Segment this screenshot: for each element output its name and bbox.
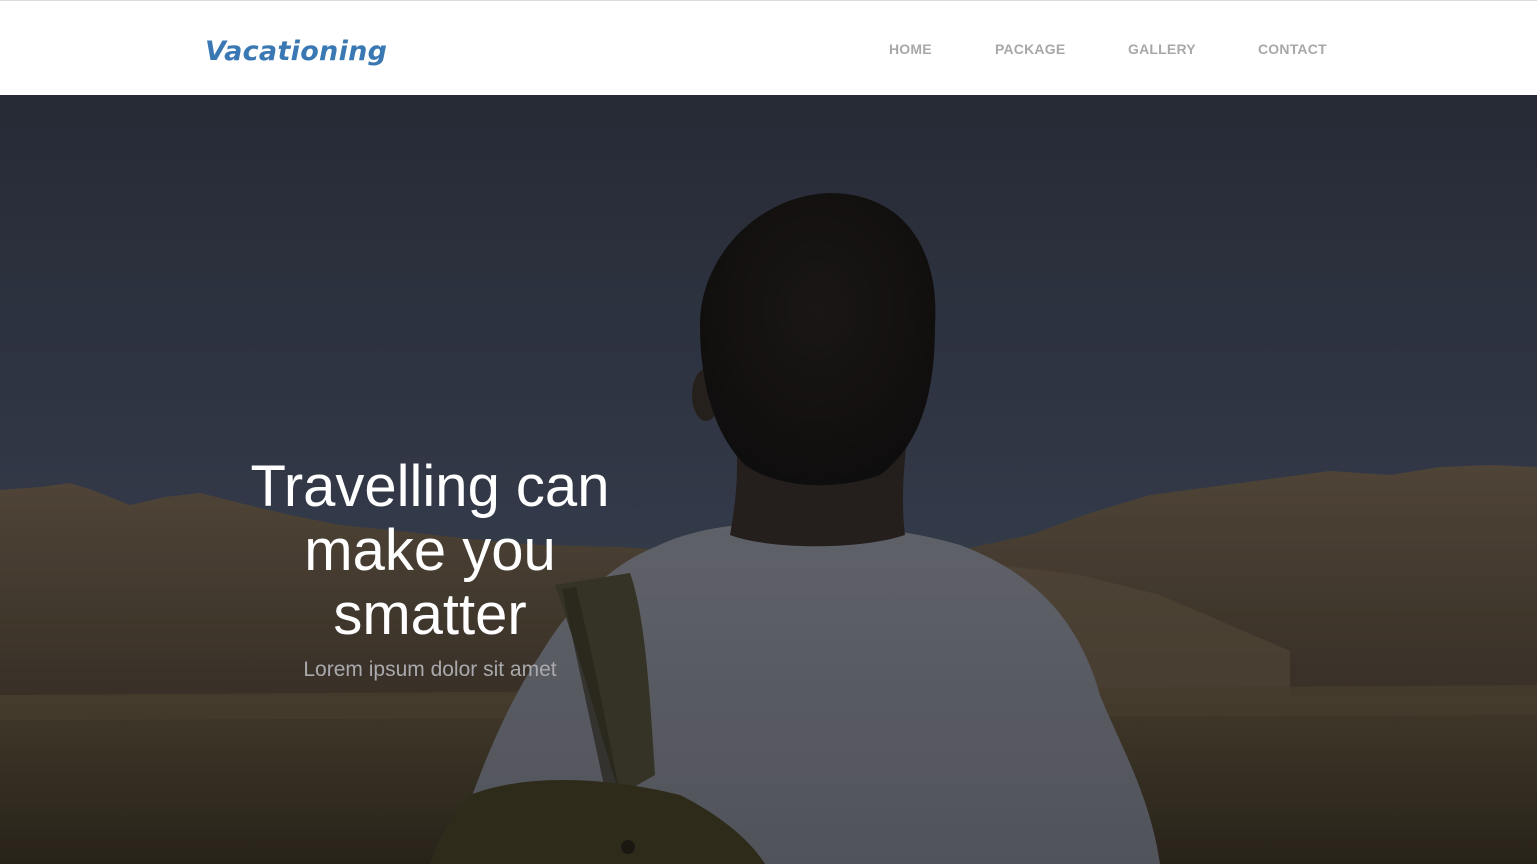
top-navbar: Vacationing HOME PACKAGE GALLERY CONTACT <box>0 0 1537 95</box>
site-logo[interactable]: Vacationing <box>205 34 387 70</box>
nav-link-home[interactable]: HOME <box>889 40 932 58</box>
hero-title-line-2: make you <box>304 518 556 583</box>
hero-section: Travelling can make you smatter Lorem ip… <box>0 95 1537 864</box>
hero-subtitle: Lorem ipsum dolor sit amet <box>303 658 557 681</box>
hero-title: Travelling can make you smatter <box>230 455 630 647</box>
hero-title-line-1: Travelling can <box>250 454 610 519</box>
hero-title-line-3: smatter <box>333 582 527 647</box>
nav-link-contact[interactable]: CONTACT <box>1258 40 1327 58</box>
nav-link-gallery[interactable]: GALLERY <box>1128 40 1196 58</box>
hero-text-block: Travelling can make you smatter Lorem ip… <box>230 455 630 683</box>
nav-link-package[interactable]: PACKAGE <box>995 40 1065 58</box>
